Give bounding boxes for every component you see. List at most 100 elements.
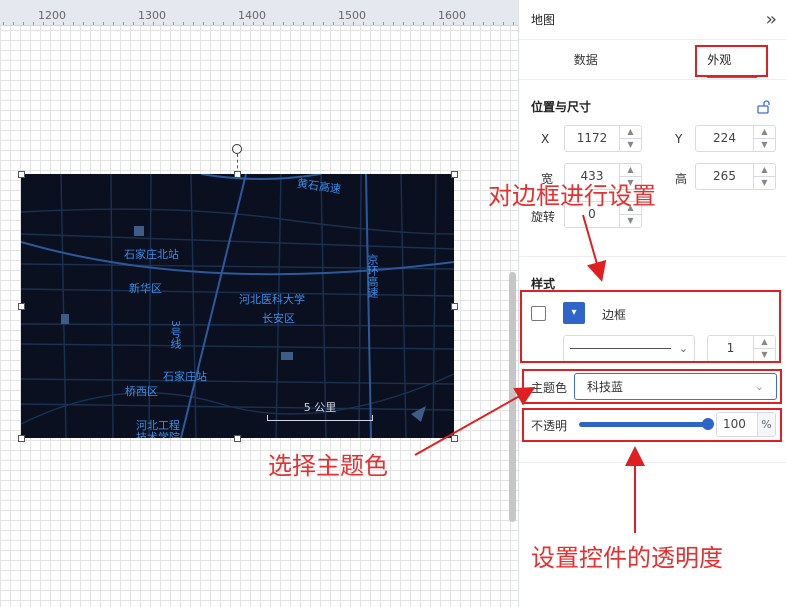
double-chevron-right-icon[interactable]: ›› — [766, 9, 778, 30]
ruler-label: 1400 — [238, 9, 266, 22]
ruler-tick — [73, 22, 74, 25]
map-label: 石家庄北站 — [124, 248, 179, 261]
ruler-tick — [343, 22, 344, 25]
ruler-tick — [233, 22, 234, 25]
scale-line — [267, 415, 373, 421]
ruler-tick — [143, 22, 144, 25]
step-down-icon[interactable]: ▼ — [620, 139, 641, 151]
y-stepper[interactable]: ▲ ▼ — [753, 126, 775, 151]
y-value: 224 — [713, 131, 736, 145]
ruler-tick — [83, 22, 84, 25]
ruler-tick — [493, 22, 494, 25]
ruler-tick — [213, 22, 214, 25]
map-label: 新华区 — [129, 282, 162, 295]
map-label: 桥西区 — [125, 385, 158, 398]
resize-handle-ne[interactable] — [451, 171, 458, 178]
ruler-tick — [373, 22, 374, 25]
resize-handle-se[interactable] — [451, 435, 458, 442]
ruler-tick — [93, 22, 94, 25]
ruler-tick — [323, 22, 324, 25]
x-label: X — [541, 132, 550, 146]
ruler-tick — [3, 22, 4, 25]
ruler-tick — [23, 22, 24, 25]
ruler-tick — [403, 22, 404, 25]
step-down-icon[interactable]: ▼ — [754, 177, 775, 189]
step-down-icon[interactable]: ▼ — [754, 139, 775, 151]
map-label: 河北医科大学 — [239, 293, 305, 306]
ruler-tick — [313, 22, 314, 25]
rotate-handle[interactable] — [232, 144, 242, 154]
horizontal-ruler: 1200 1300 1400 1500 1600 — [0, 0, 518, 26]
ruler-tick — [173, 22, 174, 25]
ruler-tick — [473, 22, 474, 25]
section-divider — [519, 462, 786, 463]
panel-header: 地图 ›› — [519, 0, 786, 40]
ruler-tick — [463, 22, 464, 25]
ruler-tick — [123, 22, 124, 25]
resize-handle-s[interactable] — [234, 435, 241, 442]
editor-canvas[interactable]: 1200 1300 1400 1500 1600 石家庄北站 新华区 河北医科大… — [0, 0, 518, 607]
step-up-icon[interactable]: ▲ — [754, 164, 775, 177]
map-label: 长安区 — [262, 312, 295, 325]
ruler-tick — [263, 22, 264, 25]
annotation-box-border — [520, 290, 781, 363]
step-down-icon[interactable]: ▼ — [620, 215, 641, 227]
map-label: 京环高速 — [366, 254, 379, 298]
x-stepper[interactable]: ▲ ▼ — [619, 126, 641, 151]
height-label: 高 — [675, 172, 688, 186]
ruler-tick — [63, 22, 64, 25]
ruler-tick — [433, 22, 434, 25]
ruler-tick — [283, 22, 284, 25]
annotation-opacity-text: 设置控件的透明度 — [531, 544, 723, 572]
ruler-tick — [163, 22, 164, 25]
annotation-box-theme — [522, 369, 782, 404]
ruler-label: 1200 — [38, 9, 66, 22]
ruler-tick — [353, 22, 354, 25]
ruler-tick — [243, 22, 244, 25]
annotation-box-tab — [695, 45, 768, 77]
map-scale-bar: 5 公里 — [267, 399, 373, 421]
ruler-tick — [113, 22, 114, 25]
vertical-scrollbar[interactable] — [509, 272, 516, 522]
resize-handle-e[interactable] — [451, 303, 458, 310]
ruler-tick — [33, 22, 34, 25]
ruler-tick — [223, 22, 224, 25]
ruler-tick — [203, 22, 204, 25]
resize-handle-n[interactable] — [234, 171, 241, 178]
ruler-tick — [423, 22, 424, 25]
ruler-tick — [293, 22, 294, 25]
ruler-tick — [253, 22, 254, 25]
resize-handle-sw[interactable] — [18, 435, 25, 442]
ruler-tick — [193, 22, 194, 25]
height-value: 265 — [713, 169, 736, 183]
step-up-icon[interactable]: ▲ — [620, 126, 641, 139]
y-label: Y — [675, 132, 683, 146]
map-widget[interactable]: 石家庄北站 新华区 河北医科大学 长安区 3号线 石家庄站 桥西区 河北工程技术… — [21, 174, 454, 438]
ruler-tick — [133, 22, 134, 25]
ruler-tick — [513, 22, 514, 25]
scale-text: 5 公里 — [303, 401, 337, 414]
ruler-tick — [303, 22, 304, 25]
tab-data[interactable]: 数据 — [519, 40, 653, 79]
section-divider — [519, 256, 786, 257]
x-input[interactable]: 1172 ▲ ▼ — [564, 125, 642, 152]
resize-handle-w[interactable] — [18, 303, 25, 310]
ruler-label: 1500 — [338, 9, 366, 22]
annotation-border-text: 对边框进行设置 — [488, 182, 656, 210]
unlock-icon[interactable] — [757, 100, 771, 114]
step-up-icon[interactable]: ▲ — [754, 126, 775, 139]
y-input[interactable]: 224 ▲ ▼ — [695, 125, 776, 152]
ruler-tick — [53, 22, 54, 25]
ruler-tick — [333, 22, 334, 25]
ruler-tick — [393, 22, 394, 25]
ruler-tick — [103, 22, 104, 25]
x-value: 1172 — [576, 131, 608, 145]
ruler-tick — [43, 22, 44, 25]
ruler-tick — [153, 22, 154, 25]
resize-handle-nw[interactable] — [18, 171, 25, 178]
map-label: 3号线 — [169, 320, 182, 349]
ruler-tick — [453, 22, 454, 25]
height-input[interactable]: 265 ▲ ▼ — [695, 163, 776, 190]
ruler-label: 1600 — [438, 9, 466, 22]
height-stepper[interactable]: ▲ ▼ — [753, 164, 775, 189]
